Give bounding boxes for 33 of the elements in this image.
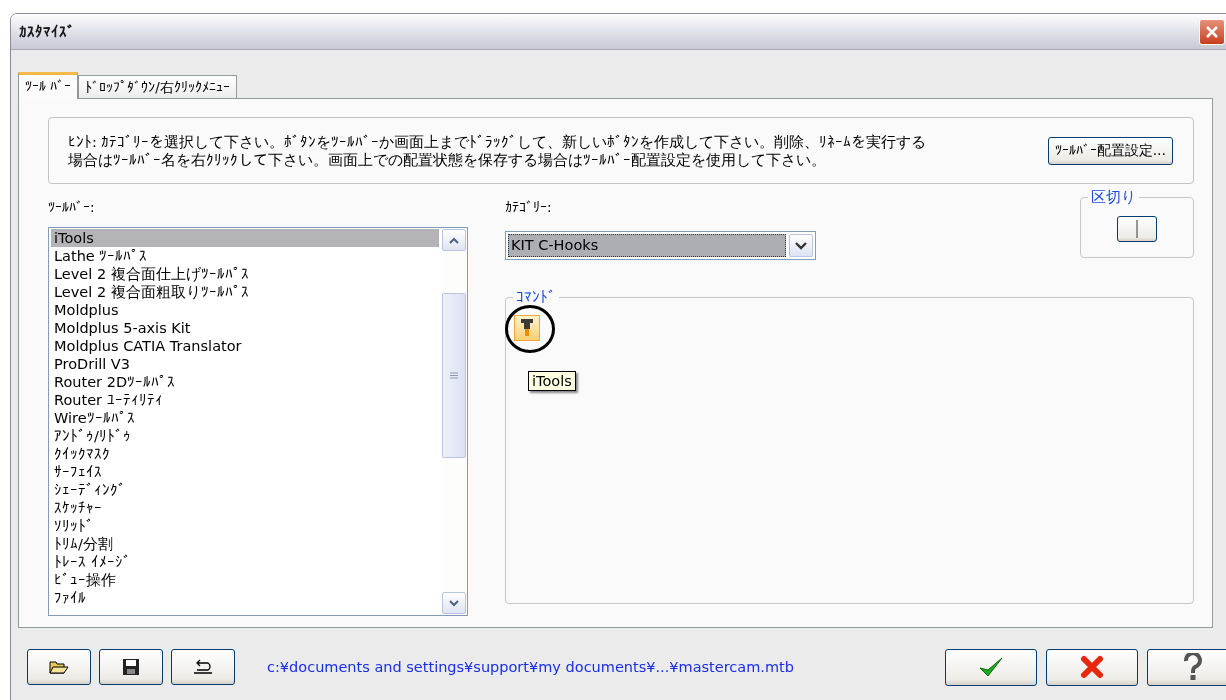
hint-text: ﾋﾝﾄ: ｶﾃｺﾞﾘｰを選択して下さい。ﾎﾞﾀﾝをﾂｰﾙﾊﾞｰか画面上までﾄﾞﾗｯｸﾞして、新しいﾎﾞﾀﾝを作成して下さい。削除、ﾘﾈｰﾑを実行する 場合はﾂｰﾙﾊﾞｰ名を右ｸﾘｯｸして下さい。画面上での配置状態を保存する場合はﾂｰﾙﾊﾞｰ配置設定を使用して下さい。: [68, 132, 928, 169]
tab[interactable]: ﾂｰﾙ ﾊﾞｰ: [18, 72, 79, 99]
toolbar-list-item[interactable]: Moldplus: [51, 301, 439, 319]
toolbar-list-item[interactable]: Level 2 複合面粗取りﾂｰﾙﾊﾟｽ: [51, 283, 439, 301]
toolbar-list-item[interactable]: Moldplus 5-axis Kit: [51, 319, 439, 337]
toolbar-list-item[interactable]: ｻｰﾌｪｲｽ: [51, 463, 439, 481]
toolbar-list-item[interactable]: ﾌｧｲﾙ: [51, 589, 439, 607]
category-label: ｶﾃｺﾞﾘｰ:: [505, 200, 552, 217]
toolbar-label: ﾂｰﾙﾊﾞｰ:: [48, 200, 95, 217]
window-title: ｶｽﾀﾏｲｽﾞ: [19, 22, 75, 41]
category-dropdown[interactable]: KIT C-Hooks: [505, 231, 816, 260]
toolbar-list-item[interactable]: ﾄﾘﾑ/分割: [51, 535, 439, 553]
toolbar-list-item[interactable]: Lathe ﾂｰﾙﾊﾟｽ: [51, 247, 439, 265]
toolbar-list-item[interactable]: Router 2Dﾂｰﾙﾊﾟｽ: [51, 373, 439, 391]
file-path-text: c:¥documents and settings¥support¥my documents¥...¥mastercam.mtb: [267, 659, 795, 675]
tab[interactable]: ﾄﾞﾛｯﾌﾟﾀﾞｳﾝ/右ｸﾘｯｸﾒﾆｭｰ: [78, 75, 237, 98]
commands-group-label: ｺﾏﾝﾄﾞ: [515, 289, 557, 305]
toolbar-list-item[interactable]: Router ﾕｰﾃｨﾘﾃｨ: [51, 391, 439, 409]
tooltip: iTools: [528, 371, 576, 391]
toolbar-list-item[interactable]: iTools: [51, 229, 439, 247]
toolbar-list-item[interactable]: ﾋﾞｭｰ操作: [51, 571, 439, 589]
toolbar-list-item[interactable]: Wireﾂｰﾙﾊﾟｽ: [51, 409, 439, 427]
toolbar-list-item[interactable]: ｱﾝﾄﾞｩ/ﾘﾄﾞｩ: [51, 427, 439, 445]
toolbar-list-item[interactable]: ｼｪｰﾃﾞｨﾝｸﾞ: [51, 481, 439, 499]
toolbar-list-item[interactable]: ｽｹｯﾁｬｰ: [51, 499, 439, 517]
toolbar-list-item[interactable]: ﾄﾚｰｽ ｲﾒｰｼﾞ: [51, 553, 439, 571]
separator-group-label: 区切り: [1090, 188, 1137, 207]
toolbar-list-item[interactable]: ProDrill V3: [51, 355, 439, 373]
toolbar-list-item[interactable]: Level 2 複合面仕上げﾂｰﾙﾊﾟｽ: [51, 265, 439, 283]
toolbar-list-item[interactable]: ｿﾘｯﾄﾞ: [51, 517, 439, 535]
toolbar-list-item[interactable]: ｸｲｯｸﾏｽｸ: [51, 445, 439, 463]
toolbar-list-item[interactable]: Moldplus CATIA Translator: [51, 337, 439, 355]
toolbar-layout-button[interactable]: ﾂｰﾙﾊﾞｰ配置設定...: [1047, 136, 1173, 165]
